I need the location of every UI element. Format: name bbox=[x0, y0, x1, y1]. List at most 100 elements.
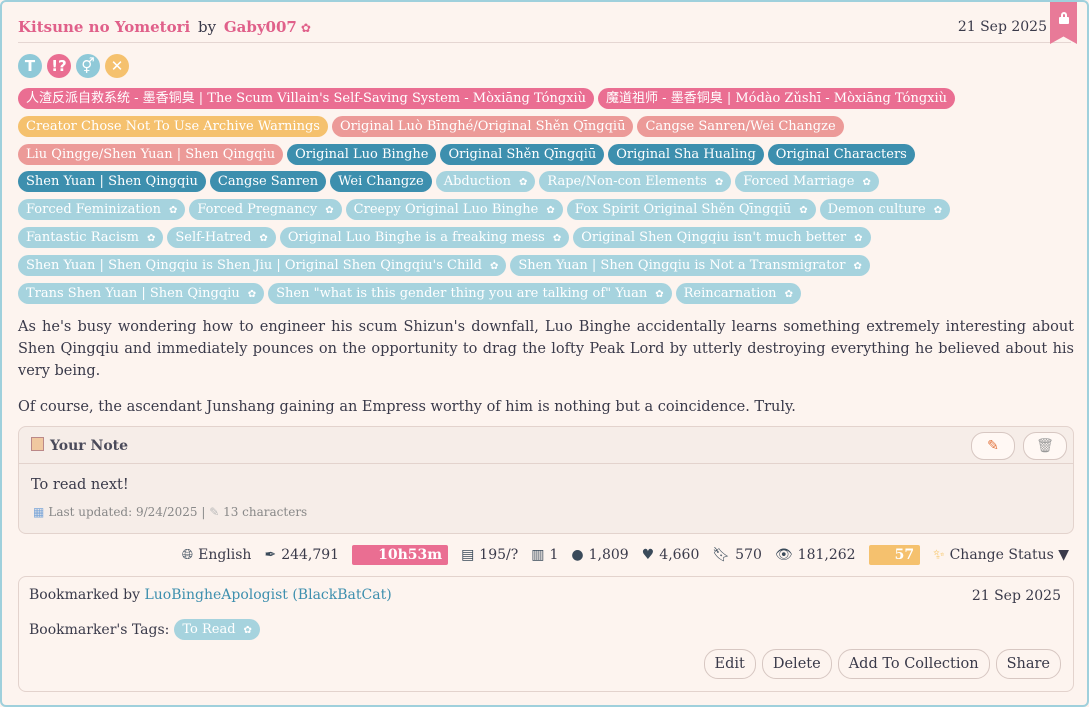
tag-light[interactable]: Original Shen Qingqiu isn't much better ✿ bbox=[573, 226, 871, 248]
tag-salmon[interactable]: Cangse Sanren/Wei Changze bbox=[637, 115, 844, 137]
tag-pink[interactable]: 人渣反派自救系统 - 墨香铜臭 | The Scum Villain's Sel… bbox=[18, 88, 595, 109]
note-meta: ▦ Last updated: 9/24/2025 | ✎ 13 characte… bbox=[33, 505, 307, 519]
bookmarker-tag[interactable]: To Read ✿ bbox=[174, 619, 260, 640]
tag-dark[interactable]: Shen Yuan | Shen Qingqiu bbox=[18, 171, 206, 193]
tag-light[interactable]: Demon culture ✿ bbox=[819, 199, 951, 221]
tag-light[interactable]: Forced Marriage ✿ bbox=[735, 171, 879, 193]
delete-button[interactable]: Delete bbox=[761, 649, 832, 679]
tag-row: Fantastic Racism ✿ Self-Hatred ✿ Original Lu… bbox=[18, 226, 1078, 248]
tag-light[interactable]: Reincarnation ✿ bbox=[675, 282, 801, 304]
summary-paragraph: Of course, the ascendant Junshang gainin… bbox=[18, 399, 796, 415]
flower-icon: ✿ bbox=[489, 260, 499, 272]
tag-row: Shen Yuan | Shen Qingqiu is Shen Jiu | O… bbox=[18, 254, 1078, 276]
flower-icon: ✿ bbox=[168, 205, 178, 217]
work-header: Kitsune no Yometori by Gaby007 ✿ 21 Sep 2… bbox=[18, 16, 1071, 43]
required-tags: T!? ⚥ ✕ bbox=[18, 54, 129, 80]
summary-paragraph: As he's busy wondering how to engineer h… bbox=[18, 319, 1074, 379]
stat-chapters: ▤ 195/? bbox=[461, 547, 519, 563]
note-meta-separator: | bbox=[201, 505, 206, 519]
flower-icon: ✿ bbox=[146, 232, 156, 244]
delete-note-button[interactable]: 🗑 bbox=[1023, 432, 1067, 460]
tag-dark[interactable]: Original Characters bbox=[767, 143, 915, 165]
note-updated: Last updated: 9/24/2025 bbox=[48, 505, 198, 519]
tag-light[interactable]: Fox Spirit Original Shěn Qīngqiū ✿ bbox=[566, 199, 816, 221]
flower-icon: ✿ bbox=[300, 21, 311, 35]
bookmarked-by-label: Bookmarked by bbox=[29, 587, 140, 603]
stat-words: ✒ 244,791 bbox=[264, 547, 340, 563]
tag-row: 人渣反派自救系统 - 墨香铜臭 | The Scum Villain's Sel… bbox=[18, 88, 1078, 109]
tag-list: 人渣反派自救系统 - 墨香铜臭 | The Scum Villain's Sel… bbox=[18, 88, 1078, 310]
bookmark-icon: 🔖︎ bbox=[712, 547, 731, 563]
tag-light[interactable]: Shen "what is this gender thing you are … bbox=[268, 282, 672, 304]
tag-light[interactable]: Original Luo Binghe is a freaking mess ✿ bbox=[279, 226, 570, 248]
bookmarker-link[interactable]: LuoBingheApologist (BlackBatCat) bbox=[144, 587, 391, 603]
tag-light[interactable]: Forced Feminization ✿ bbox=[18, 199, 186, 221]
edit-note-button[interactable]: ✎ bbox=[971, 432, 1015, 460]
note-text: To read next! bbox=[31, 477, 129, 493]
author-link[interactable]: Gaby007 bbox=[224, 18, 297, 36]
flower-icon: ✿ bbox=[519, 177, 528, 189]
eye-icon: 👁︎ bbox=[774, 547, 793, 563]
flower-icon: ✿ bbox=[714, 177, 724, 189]
pen-icon: ✒ bbox=[264, 547, 277, 563]
tag-light[interactable]: Shen Yuan | Shen Qingqiu is Not a Transm… bbox=[510, 254, 870, 276]
ruler-icon: ✎ bbox=[209, 505, 220, 519]
share-button[interactable]: Share bbox=[995, 649, 1061, 679]
tag-light[interactable]: Shen Yuan | Shen Qingqiu is Shen Jiu | O… bbox=[18, 254, 507, 276]
memo-icon bbox=[31, 437, 44, 451]
category-multi-icon[interactable]: ⚥ bbox=[76, 54, 100, 78]
tag-row: Shen Yuan | Shen Qingqiu Cangse Sanren Wei… bbox=[18, 171, 1078, 193]
heart-icon: ♥ bbox=[641, 547, 655, 563]
stat-bookmarks: 🔖︎ 570 bbox=[712, 547, 762, 563]
work-card: Kitsune no Yometori by Gaby007 ✿ 21 Sep 2… bbox=[0, 0, 1089, 707]
sparkle-icon: ✨︎ bbox=[933, 547, 945, 563]
bookmarker-tags: Bookmarker's Tags: To Read ✿ bbox=[29, 619, 260, 640]
tag-light[interactable]: Self-Hatred ✿ bbox=[167, 226, 276, 248]
tag-pink[interactable]: 魔道祖师 - 墨香铜臭 | Módào Zǔshī - Mòxiāng Tóng… bbox=[598, 88, 956, 109]
document-icon: ▤ bbox=[461, 547, 475, 563]
tag-dark[interactable]: Original Luo Binghe bbox=[287, 143, 437, 165]
trash-icon: 🗑 bbox=[1036, 438, 1054, 454]
lock-icon bbox=[1058, 12, 1069, 24]
by-label: by bbox=[197, 18, 217, 36]
bookmarker-tags-label: Bookmarker's Tags: bbox=[29, 621, 170, 638]
tag-light[interactable]: Abduction ✿ bbox=[435, 171, 536, 193]
work-title-link[interactable]: Kitsune no Yometori bbox=[18, 18, 190, 36]
edit-button[interactable]: Edit bbox=[703, 649, 756, 679]
bookmarked-by: Bookmarked by LuoBingheApologist (BlackB… bbox=[29, 587, 392, 603]
work-stats: 🌐︎ English ✒ 244,791 10h53m ▤ 195/? ▥ 1 ● 1,8… bbox=[169, 544, 1069, 566]
rating-teen-icon[interactable]: T bbox=[18, 54, 42, 78]
flower-icon: ✿ bbox=[655, 288, 664, 300]
tag-dark[interactable]: Original Shěn Qīngqiū bbox=[440, 143, 605, 165]
flower-icon: ✿ bbox=[259, 232, 268, 244]
flower-icon: ✿ bbox=[799, 205, 808, 217]
tag-light[interactable]: Creepy Original Luo Binghe ✿ bbox=[345, 199, 563, 221]
tag-dark[interactable]: Original Sha Hualing bbox=[608, 143, 764, 165]
stat-kudos: ♥ 4,660 bbox=[641, 547, 700, 563]
tag-dark[interactable]: Wei Changze bbox=[330, 171, 432, 193]
flower-icon: ✿ bbox=[247, 288, 257, 300]
tag-salmon[interactable]: Liu Qingge/Shen Yuan | Shen Qingqiu bbox=[18, 143, 284, 165]
pencil-icon: ✎ bbox=[987, 438, 999, 454]
stat-read-time: 10h53m bbox=[352, 545, 449, 565]
tag-light[interactable]: Trans Shen Yuan | Shen Qingqiu ✿ bbox=[18, 282, 265, 304]
flower-icon: ✿ bbox=[325, 205, 334, 217]
user-note: Your Note ✎ 🗑 To read next! ▦ Last update… bbox=[18, 426, 1074, 534]
tag-salmon[interactable]: Original Luò Bīnghé/Original Shěn Qīngqi… bbox=[331, 115, 634, 137]
complete-status-icon[interactable]: ✕ bbox=[105, 54, 129, 78]
tag-light[interactable]: Fantastic Racism ✿ bbox=[18, 226, 164, 248]
warnings-icon[interactable]: !? bbox=[47, 54, 71, 78]
flower-icon: ✿ bbox=[853, 260, 862, 272]
tag-orange[interactable]: Creator Chose Not To Use Archive Warning… bbox=[18, 115, 328, 137]
bookmark-actions: Edit Delete Add To Collection Share bbox=[703, 649, 1061, 679]
tag-light[interactable]: Rape/Non-con Elements ✿ bbox=[539, 171, 732, 193]
tag-row: Trans Shen Yuan | Shen Qingqiu ✿ Shen "wha… bbox=[18, 282, 1078, 304]
flower-icon: ✿ bbox=[546, 205, 555, 217]
tag-light[interactable]: Forced Pregnancy ✿ bbox=[189, 199, 342, 221]
add-to-collection-button[interactable]: Add To Collection bbox=[837, 649, 990, 679]
flower-icon: ✿ bbox=[933, 205, 943, 217]
note-chars: 13 characters bbox=[223, 505, 308, 519]
stat-score: 57 bbox=[868, 545, 921, 565]
tag-dark[interactable]: Cangse Sanren bbox=[209, 171, 327, 193]
change-status-button[interactable]: ✨︎ Change Status ▼ bbox=[933, 547, 1069, 563]
